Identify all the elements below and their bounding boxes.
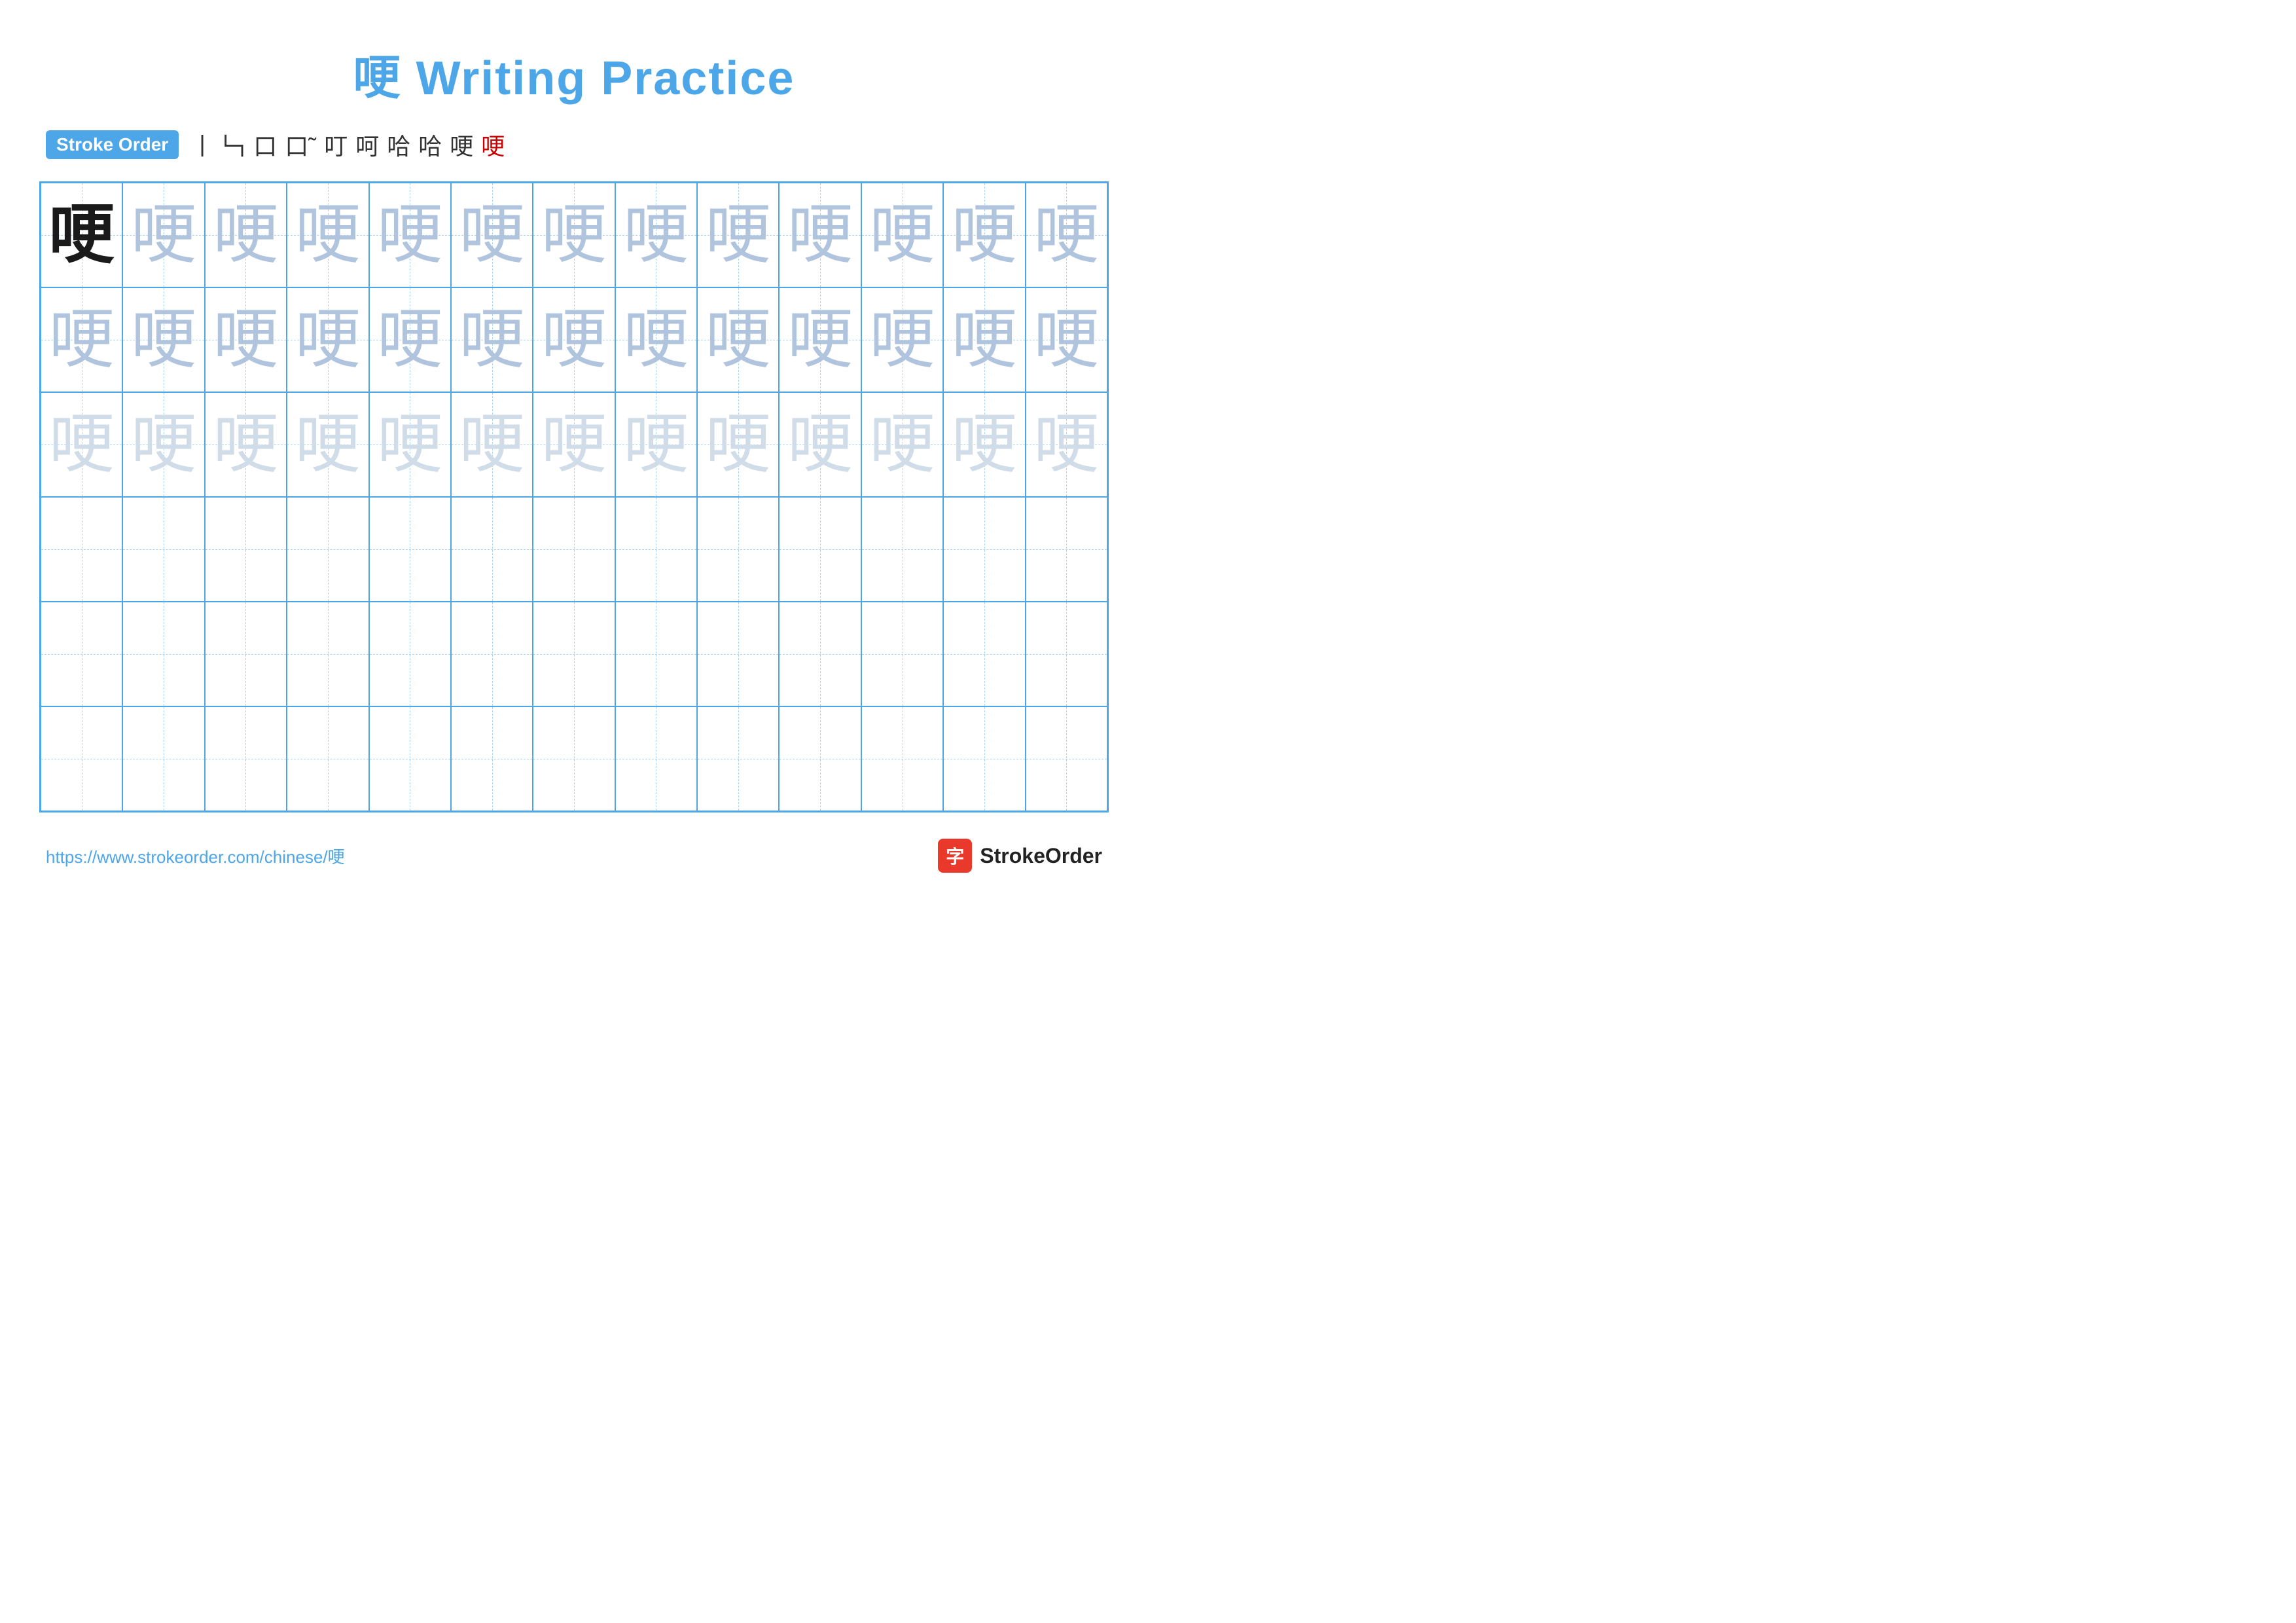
grid-cell[interactable] — [451, 602, 533, 706]
brand-name: StrokeOrder — [980, 844, 1102, 868]
grid-cell[interactable]: 哽 — [451, 183, 533, 287]
grid-cell[interactable]: 哽 — [1026, 287, 1107, 392]
grid-cell[interactable]: 哽 — [697, 287, 779, 392]
grid-cell[interactable] — [205, 497, 287, 602]
grid-cell[interactable]: 哽 — [861, 392, 943, 497]
grid-cell[interactable] — [943, 497, 1025, 602]
grid-cell[interactable]: 哽 — [369, 392, 451, 497]
grid-cell[interactable] — [287, 706, 368, 811]
grid-cell[interactable] — [697, 706, 779, 811]
grid-cell[interactable]: 哽 — [615, 287, 697, 392]
grid-cell[interactable]: 哽 — [287, 392, 368, 497]
grid-cell[interactable]: 哽 — [943, 183, 1025, 287]
stroke-7: 哈 — [387, 128, 410, 162]
grid-cell[interactable] — [451, 706, 533, 811]
grid-cell[interactable] — [615, 706, 697, 811]
stroke-order-row: Stroke Order 丨 𠃑 口 口˜ 叮 呵 哈 哈 哽 哽 — [39, 128, 1109, 162]
grid-cell[interactable]: 哽 — [451, 392, 533, 497]
grid-cell[interactable]: 哽 — [1026, 183, 1107, 287]
stroke-2: 𠃑 — [222, 128, 245, 162]
grid-cell[interactable] — [1026, 602, 1107, 706]
stroke-10-final: 哽 — [481, 128, 505, 162]
grid-cell[interactable] — [779, 706, 861, 811]
grid-cell[interactable] — [122, 497, 204, 602]
grid-cell[interactable]: 哽 — [41, 183, 122, 287]
brand-icon: 字 — [938, 839, 972, 873]
grid-cell[interactable]: 哽 — [943, 392, 1025, 497]
grid-cell[interactable] — [615, 497, 697, 602]
grid-cell[interactable]: 哽 — [122, 287, 204, 392]
grid-cell[interactable] — [205, 602, 287, 706]
grid-cell[interactable]: 哽 — [533, 287, 615, 392]
grid-cell[interactable]: 哽 — [779, 287, 861, 392]
footer: https://www.strokeorder.com/chinese/哽 字 … — [39, 839, 1109, 873]
grid-cell[interactable] — [451, 497, 533, 602]
grid-cell[interactable] — [779, 602, 861, 706]
grid-cell[interactable] — [943, 706, 1025, 811]
stroke-order-badge: Stroke Order — [46, 130, 179, 159]
grid-cell[interactable] — [41, 706, 122, 811]
grid-cell[interactable]: 哽 — [122, 392, 204, 497]
grid-cell[interactable] — [1026, 497, 1107, 602]
stroke-1: 丨 — [190, 128, 214, 162]
grid-cell[interactable]: 哽 — [1026, 392, 1107, 497]
grid-cell[interactable]: 哽 — [287, 287, 368, 392]
grid-cell[interactable]: 哽 — [533, 183, 615, 287]
stroke-9: 哽 — [450, 128, 473, 162]
grid-cell[interactable]: 哽 — [779, 392, 861, 497]
practice-grid: 哽哽哽哽哽哽哽哽哽哽哽哽哽哽哽哽哽哽哽哽哽哽哽哽哽哽哽哽哽哽哽哽哽哽哽哽哽哽哽 — [39, 181, 1109, 812]
grid-cell[interactable]: 哽 — [533, 392, 615, 497]
grid-cell[interactable] — [287, 602, 368, 706]
grid-cell[interactable] — [861, 602, 943, 706]
grid-cell[interactable]: 哽 — [369, 183, 451, 287]
grid-cell[interactable] — [533, 497, 615, 602]
stroke-sequence: 丨 𠃑 口 口˜ 叮 呵 哈 哈 哽 哽 — [190, 128, 505, 162]
grid-cell[interactable]: 哽 — [451, 287, 533, 392]
grid-cell[interactable]: 哽 — [697, 392, 779, 497]
grid-cell[interactable]: 哽 — [369, 287, 451, 392]
grid-cell[interactable] — [533, 602, 615, 706]
grid-cell[interactable] — [41, 602, 122, 706]
grid-cell[interactable]: 哽 — [615, 392, 697, 497]
grid-cell[interactable]: 哽 — [41, 287, 122, 392]
grid-cell[interactable] — [287, 497, 368, 602]
grid-cell[interactable]: 哽 — [205, 287, 287, 392]
grid-cell[interactable] — [41, 497, 122, 602]
stroke-4: 口˜ — [285, 128, 316, 162]
grid-cell[interactable] — [369, 497, 451, 602]
grid-cell[interactable] — [205, 706, 287, 811]
grid-cell[interactable]: 哽 — [122, 183, 204, 287]
grid-cell[interactable]: 哽 — [943, 287, 1025, 392]
grid-cell[interactable] — [369, 706, 451, 811]
grid-cell[interactable]: 哽 — [861, 183, 943, 287]
grid-cell[interactable]: 哽 — [697, 183, 779, 287]
grid-cell[interactable] — [697, 602, 779, 706]
stroke-8: 哈 — [418, 128, 442, 162]
grid-cell[interactable]: 哽 — [41, 392, 122, 497]
grid-cell[interactable] — [861, 706, 943, 811]
grid-cell[interactable] — [697, 497, 779, 602]
grid-cell[interactable] — [533, 706, 615, 811]
page-title: 哽 Writing Practice — [39, 39, 1109, 108]
footer-brand: 字 StrokeOrder — [938, 839, 1102, 873]
footer-url[interactable]: https://www.strokeorder.com/chinese/哽 — [46, 844, 345, 868]
grid-cell[interactable] — [615, 602, 697, 706]
grid-cell[interactable] — [122, 706, 204, 811]
grid-cell[interactable]: 哽 — [205, 183, 287, 287]
stroke-5: 叮 — [324, 128, 348, 162]
grid-cell[interactable] — [943, 602, 1025, 706]
grid-cell[interactable]: 哽 — [205, 392, 287, 497]
grid-cell[interactable] — [1026, 706, 1107, 811]
grid-cell[interactable]: 哽 — [861, 287, 943, 392]
grid-cell[interactable]: 哽 — [779, 183, 861, 287]
grid-cell[interactable] — [369, 602, 451, 706]
grid-cell[interactable] — [779, 497, 861, 602]
grid-cell[interactable]: 哽 — [287, 183, 368, 287]
grid-cell[interactable] — [122, 602, 204, 706]
grid-cell[interactable] — [861, 497, 943, 602]
grid-cell[interactable]: 哽 — [615, 183, 697, 287]
stroke-3: 口 — [253, 128, 277, 162]
stroke-6: 呵 — [355, 128, 379, 162]
